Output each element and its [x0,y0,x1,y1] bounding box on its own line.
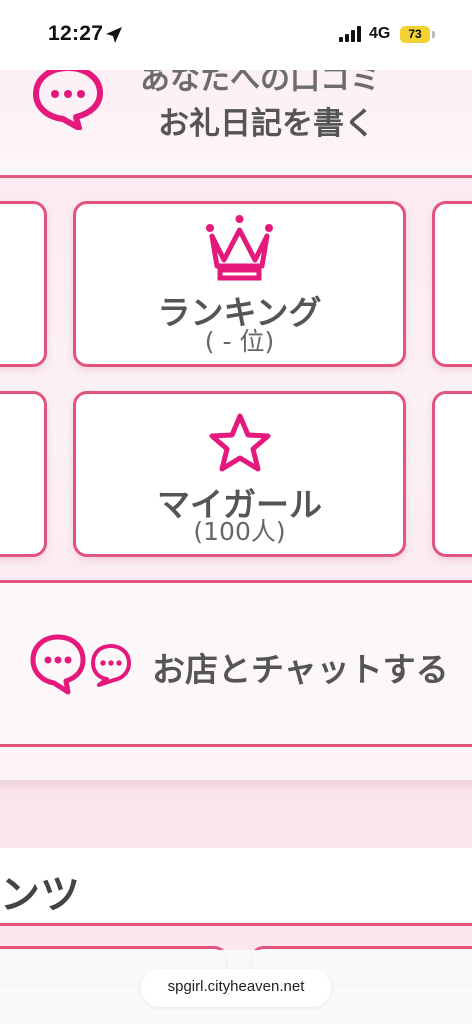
chat-with-shop-label: お店とチャットする [152,650,449,689]
cellular-signal-icon [339,26,361,42]
battery-tip [432,31,435,38]
address-bar-url: spgirl.cityheaven.net [167,978,305,995]
address-bar[interactable]: spgirl.cityheaven.net [141,969,331,1007]
tile-left-partial-2[interactable] [0,391,47,557]
chat-with-shop-button[interactable]: お店とチャットする [0,580,472,747]
chat-bubble-small-icon [91,644,131,687]
tile-left-partial[interactable] [0,201,47,367]
tile-right-partial-2[interactable] [432,391,472,557]
network-type: 4G [369,25,391,42]
chat-bubble-icon [33,65,103,130]
contents-section-title: ンツ [0,872,80,918]
contents-section-header: ンツ [0,848,472,926]
crown-icon [206,215,273,281]
status-time: 12:27 [48,22,104,45]
page: あなたへの口コミ お礼日記を書く ランキング ( - 位) マイガール (100… [0,0,472,1024]
chat-bubble-large-icon [30,634,86,695]
diary-title: お礼日記を書く [158,106,375,142]
star-icon [209,413,271,472]
my-girl-tile[interactable]: マイガール (100人) [73,391,406,557]
battery-icon: 73 [400,26,430,43]
status-bar: 12:27 4G 73 [0,0,472,70]
ranking-tile[interactable]: ランキング ( - 位) [73,201,406,367]
tile-right-partial[interactable] [432,201,472,367]
ranking-position: ( - 位) [204,327,275,356]
location-arrow-icon [106,27,122,43]
panel-footer [0,747,472,780]
my-girl-count: (100人) [193,517,286,546]
